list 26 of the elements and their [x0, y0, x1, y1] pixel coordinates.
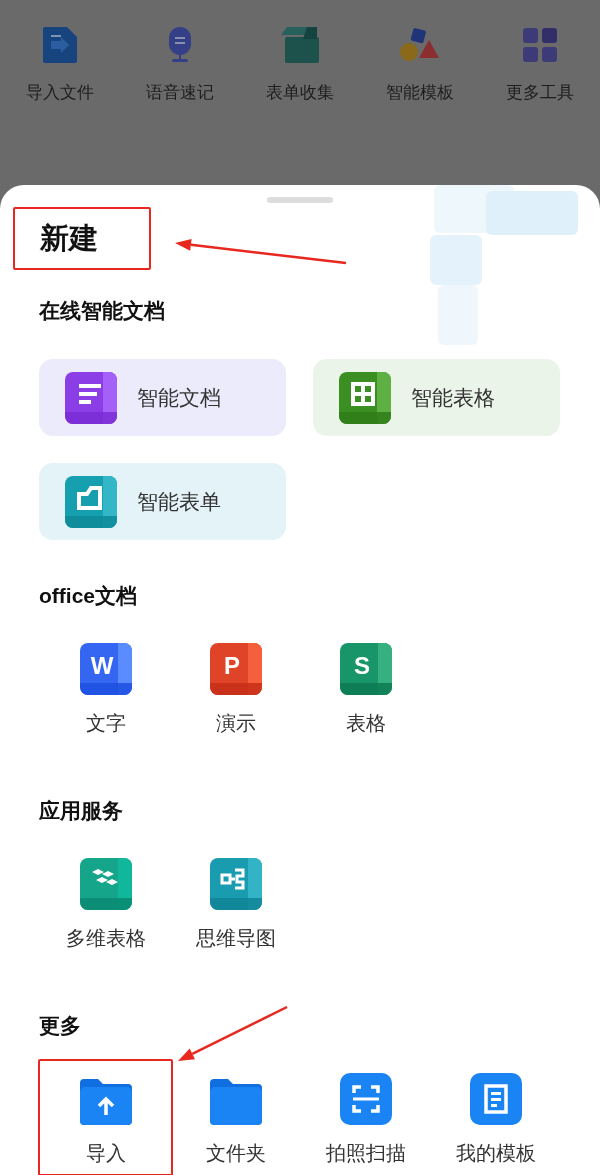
create-tile[interactable]: 导入: [38, 1059, 173, 1175]
section-heading: 在线智能文档: [39, 298, 166, 324]
create-card[interactable]: 智能表格: [313, 359, 560, 436]
section-heading: office文档: [39, 583, 138, 609]
spreadsheet-icon: [339, 371, 391, 424]
template-icon: [469, 1073, 522, 1125]
form-icon: [65, 475, 117, 528]
word-icon: W: [79, 643, 132, 695]
presentation-icon: P: [209, 643, 262, 695]
section-heading: 更多: [39, 1013, 82, 1039]
section-heading: 应用服务: [39, 798, 124, 824]
create-card[interactable]: 智能表单: [39, 463, 286, 540]
folder-upload-icon: [79, 1079, 132, 1125]
table-icon: [79, 858, 132, 910]
create-card[interactable]: 智能文档: [39, 359, 286, 436]
shapes-icon: [400, 28, 440, 62]
folder-icon: [209, 1079, 262, 1125]
file-arrow-icon: [43, 27, 77, 63]
spreadsheet-icon: S: [339, 643, 392, 695]
box-icon: [281, 27, 319, 63]
grid-icon: [523, 28, 557, 62]
scan-icon: [339, 1073, 392, 1125]
mind-map-icon: [209, 858, 262, 910]
document-icon: [65, 371, 117, 424]
sheet-title: 新建: [13, 207, 151, 270]
drag-handle[interactable]: [267, 197, 333, 203]
